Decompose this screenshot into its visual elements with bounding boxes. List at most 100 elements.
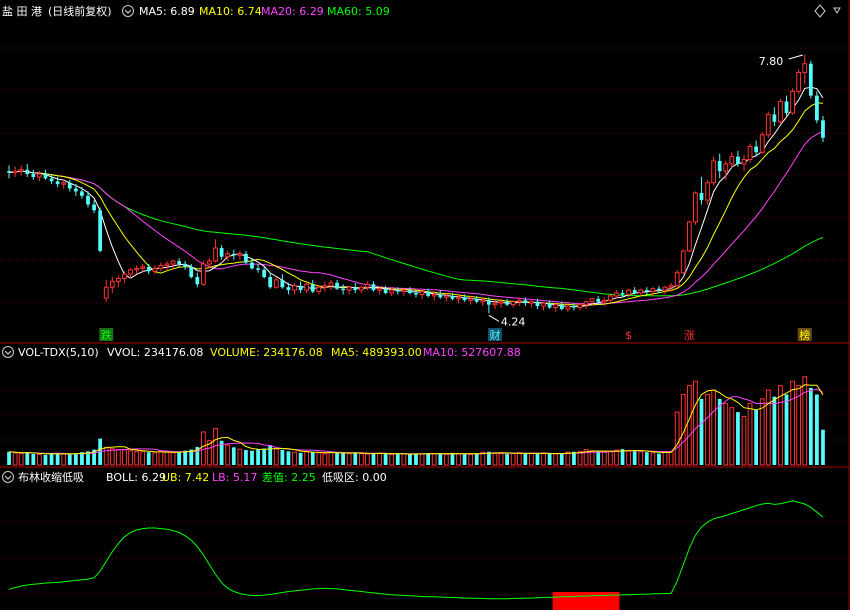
candle-body [177,261,181,264]
volume-bar [815,394,819,465]
candle-body [12,170,18,174]
candle-body [644,290,649,292]
volume-bar [371,453,376,465]
volume-bar [778,385,783,466]
candle-body [693,192,698,223]
candle-body [572,306,576,308]
volume-bar [103,446,109,466]
volume-bar [529,453,534,466]
candle-body [365,283,370,288]
candle-body [310,284,315,292]
low-price-label: 4.24 [501,315,526,328]
candle-body [304,283,310,291]
volume-bar [401,453,407,466]
candle-body [146,266,151,272]
volume-bar [596,451,601,465]
candle-body [164,263,170,266]
volume-bar [492,452,498,466]
volume-bar [711,389,717,466]
volume-bar [140,451,146,466]
volume-bar [674,411,680,466]
volume-bar [389,453,395,466]
candle-body [431,293,437,297]
volume-bar [164,451,170,466]
volume-bar [541,452,546,466]
volume-bar [273,448,279,466]
low-buy-legend: 低吸区: 0.00 [322,471,387,484]
vol-ma10-legend: MA10: 527607.88 [423,346,521,359]
volume-bar [505,453,509,465]
candle-body [523,300,528,304]
volume-bar [122,449,127,466]
volume-bar [322,453,328,466]
volume-bar [231,447,236,465]
volume-bar [772,396,777,465]
candle-body [772,114,777,122]
volume-bar [158,450,164,466]
candle-body [286,287,291,291]
volume-bar [572,451,576,465]
volume-bar [765,389,771,466]
candle-body [328,282,334,287]
candle-body [717,160,722,172]
volume-bar [729,407,735,466]
volume-bar [395,453,400,465]
lb-legend: LB: 5.17 [212,471,257,484]
volume-bar [535,453,540,465]
volume-bar [498,453,504,466]
candle-body [505,301,509,305]
volume-bar [152,452,158,466]
volume-bar [607,450,613,466]
candle-body [219,248,224,257]
volume-bar [18,453,24,466]
volume-bar [353,452,358,465]
volume-bar [426,453,431,465]
candle-body [741,159,747,165]
candle-body [225,253,231,258]
candle-body [67,182,72,189]
volume-bar [25,452,30,465]
candle-body [796,71,802,92]
volume-bar [717,398,722,465]
volume-bar [784,394,789,465]
candle-body [128,269,133,275]
volume-bar [244,450,248,465]
volume-bar [443,453,449,466]
candle-body [31,174,36,177]
volume-bar [657,453,661,465]
volume-bar [650,452,656,466]
vol-ma5-legend: MA5: 489393.00 [331,346,422,359]
candle-body [657,288,661,291]
candle-body [61,182,67,185]
candle-body [195,277,200,285]
volume-bar [638,451,644,466]
candle-body [559,304,564,309]
candle-body [115,278,121,282]
candle-body [547,303,552,308]
candle-body [450,295,455,299]
volume-bar [61,453,67,466]
candle-body [158,264,164,269]
candle-body [443,295,449,298]
volume-bar [565,451,571,466]
volume-bar [170,452,176,466]
candle-body [25,169,30,175]
candle-body [541,302,546,307]
candle-body [189,266,194,278]
volume-bar [456,453,461,466]
volume-bar [115,449,121,466]
candle-body [273,279,279,288]
candle-body [280,279,285,288]
candle-body [414,293,418,295]
volume-bar [802,376,808,466]
boll-panel-header: 布林收缩低吸 BOLL: 6.29 UB: 7.42 LB: 5.17 差值: … [2,470,387,484]
candle-body [626,289,631,295]
volume-bar [237,448,243,466]
volume-bar [298,452,303,465]
volume-bar [468,453,474,466]
volume-bar [177,451,181,465]
volume-bar [414,453,418,465]
candle-body [747,145,753,161]
volume-bar [365,453,370,466]
candle-body [140,266,146,269]
